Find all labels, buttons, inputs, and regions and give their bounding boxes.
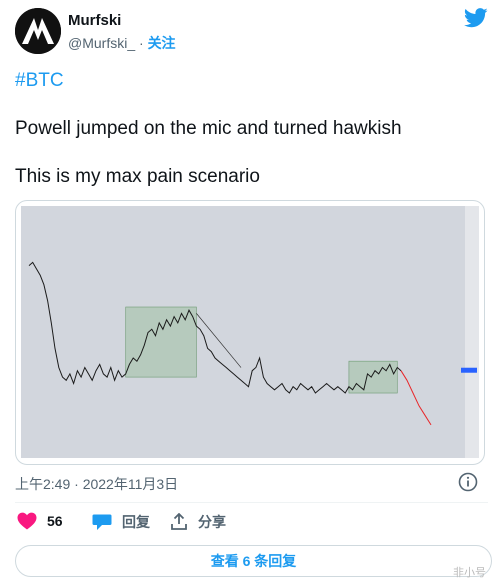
price-line [28, 261, 402, 394]
murfski-logo-icon [15, 8, 61, 54]
current-price-tag [461, 367, 477, 373]
reply-label: 回复 [122, 514, 150, 530]
tweet-image[interactable] [15, 200, 485, 465]
follow-button[interactable]: 关注 [148, 35, 176, 51]
tweet-card: Murfski @Murfski_ · 关注 #BTC Powell jumpe… [6, 0, 492, 584]
twitter-bird-icon[interactable] [464, 8, 488, 28]
watermark-logo: 非小号 [453, 567, 486, 579]
divider [15, 502, 488, 503]
view-replies-button[interactable]: 查看 6 条回复 [15, 545, 492, 577]
share-button[interactable]: 分享 [170, 512, 226, 532]
heart-icon [17, 512, 37, 530]
tweet-text-line-1: Powell jumped on the mic and turned hawk… [15, 118, 402, 139]
chart-area [21, 206, 479, 458]
tweet-timestamp[interactable]: 上午2:49 · 2022年11月3日 [15, 474, 178, 494]
share-label: 分享 [198, 514, 226, 530]
info-icon[interactable] [458, 472, 478, 492]
like-count: 56 [47, 513, 63, 529]
separator: · [139, 35, 144, 51]
projection-line [400, 370, 432, 426]
reply-bubble-icon [92, 514, 112, 530]
price-chart [28, 206, 479, 458]
user-handle[interactable]: @Murfski_ [68, 35, 135, 51]
display-name[interactable]: Murfski [68, 12, 121, 29]
tweet-text-line-2: This is my max pain scenario [15, 166, 260, 187]
hashtag-link[interactable]: #BTC [15, 70, 64, 92]
handle-row: @Murfski_ · 关注 [68, 33, 176, 53]
price-axis [465, 206, 479, 458]
reply-button[interactable]: 回复 [92, 512, 150, 532]
share-icon [171, 513, 187, 530]
trend-arrow [196, 313, 242, 368]
avatar[interactable] [15, 8, 61, 54]
like-button[interactable]: 56 [17, 512, 63, 530]
